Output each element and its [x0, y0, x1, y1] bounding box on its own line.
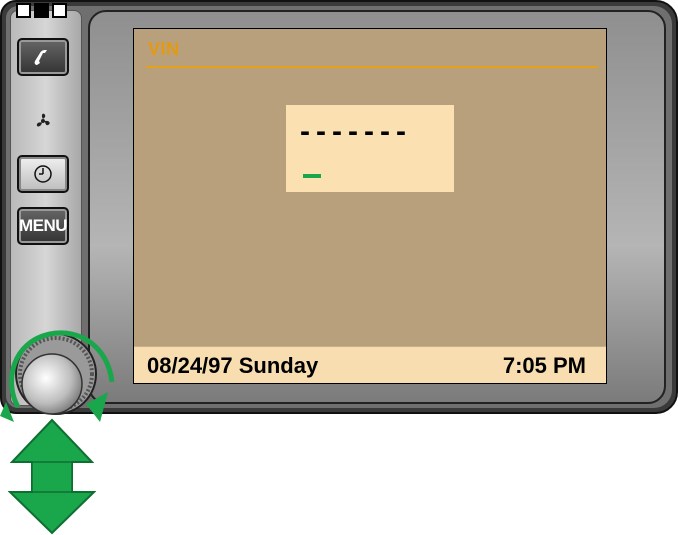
- title-divider: [146, 66, 598, 68]
- status-date: 08/24/97 Sunday: [147, 353, 319, 378]
- fan-icon: [36, 113, 50, 127]
- menu-button[interactable]: MENU: [17, 207, 69, 245]
- display-screen: VIN ------- 08/24/97 Sunday 7:05 PM: [133, 28, 607, 384]
- push-arrow-icon: [8, 418, 96, 535]
- clock-button[interactable]: [17, 155, 69, 193]
- text-cursor: [303, 174, 321, 178]
- vin-placeholder: -------: [300, 115, 412, 148]
- indicator-square: [16, 3, 31, 18]
- indicator-square-active: [34, 3, 49, 18]
- indicator-square: [52, 3, 67, 18]
- rotary-knob-icon: [21, 353, 83, 415]
- rotary-knob[interactable]: [0, 312, 130, 422]
- page-title: VIN: [148, 39, 180, 59]
- clock-icon: [34, 165, 52, 183]
- indicator-squares: [14, 0, 76, 20]
- phone-icon: [34, 50, 47, 65]
- vin-entry-field[interactable]: -------: [286, 105, 454, 192]
- phone-button[interactable]: [17, 38, 69, 76]
- status-time: 7:05 PM: [502, 353, 586, 378]
- status-bar: 08/24/97 Sunday 7:05 PM: [134, 346, 606, 383]
